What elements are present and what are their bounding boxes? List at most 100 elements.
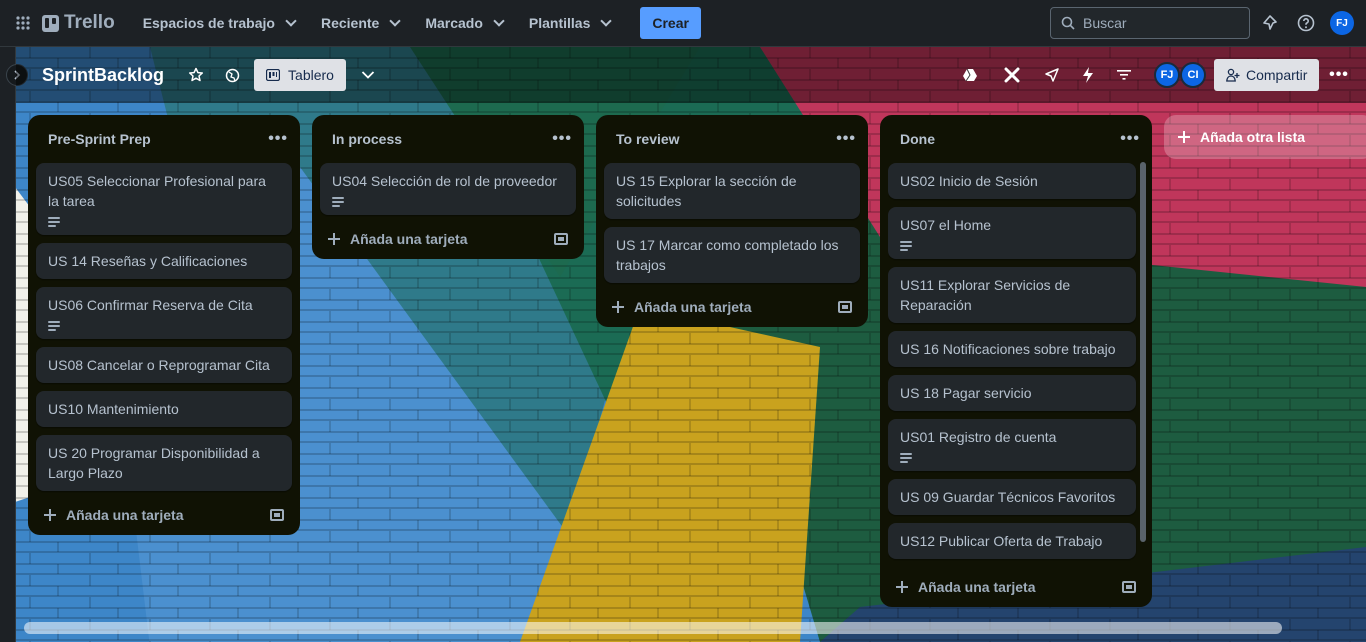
star-icon[interactable]	[184, 63, 208, 87]
card-title: US 18 Pagar servicio	[900, 385, 1032, 401]
card-title: US12 Publicar Oferta de Trabajo	[900, 533, 1103, 549]
card[interactable]: US 18 Pagar servicio	[888, 375, 1136, 411]
card[interactable]: US 09 Guardar Técnicos Favoritos	[888, 479, 1136, 515]
nav-templates[interactable]: Plantillas	[519, 7, 620, 39]
list-scrollbar[interactable]	[1140, 162, 1146, 542]
search-input[interactable]: Buscar	[1050, 7, 1250, 39]
card[interactable]: US 20 Programar Disponibilidad a Largo P…	[36, 435, 292, 491]
card-list: US04 Selección de rol de proveedor	[320, 163, 576, 215]
share-button[interactable]: Compartir	[1214, 59, 1320, 91]
board-title[interactable]: SprintBacklog	[42, 65, 164, 86]
nav-starred[interactable]: Marcado	[415, 7, 513, 39]
plus-icon	[896, 581, 908, 593]
add-card-button[interactable]: Añada una tarjeta	[320, 219, 576, 259]
member-avatar[interactable]: CI	[1180, 62, 1206, 88]
list-column: Pre-Sprint Prep ••• US05 Seleccionar Profe…	[28, 115, 300, 535]
help-icon[interactable]	[1295, 12, 1317, 34]
list-menu-icon[interactable]: •••	[1120, 130, 1140, 148]
notifications-icon[interactable]	[1259, 12, 1281, 34]
description-icon	[900, 453, 912, 463]
card[interactable]: US05 Seleccionar Profesional para la tar…	[36, 163, 292, 235]
list-column: To review ••• US 15 Explorar la sección de…	[596, 115, 868, 327]
nav-recent[interactable]: Reciente	[311, 7, 409, 39]
card-template-icon[interactable]	[1122, 581, 1136, 593]
list-title[interactable]: Done	[900, 131, 935, 147]
card-list: US02 Inicio de Sesión US07 el Home US11 Ex…	[888, 163, 1144, 563]
card[interactable]: US02 Inicio de Sesión	[888, 163, 1136, 199]
card[interactable]: US04 Selección de rol de proveedor	[320, 163, 576, 215]
card-title: US02 Inicio de Sesión	[900, 173, 1038, 189]
card[interactable]: US 16 Notificaciones sobre trabajo	[888, 331, 1136, 367]
card-title: US06 Confirmar Reserva de Cita	[48, 297, 253, 313]
lightning-icon[interactable]	[1076, 63, 1100, 87]
automation-icon[interactable]	[1000, 63, 1024, 87]
more-menu-icon[interactable]: •••	[1327, 63, 1351, 87]
list-menu-icon[interactable]: •••	[552, 130, 572, 148]
add-card-label: Añada una tarjeta	[66, 507, 184, 523]
trello-logo[interactable]: Trello	[42, 12, 115, 34]
search-placeholder: Buscar	[1083, 15, 1127, 31]
card-title: US 15 Explorar la sección de solicitudes	[616, 173, 797, 209]
card[interactable]: US08 Cancelar o Reprogramar Cita	[36, 347, 292, 383]
card[interactable]: US11 Explorar Servicios de Reparación	[888, 267, 1136, 323]
search-icon	[1061, 16, 1075, 30]
card[interactable]: US06 Confirmar Reserva de Cita	[36, 287, 292, 339]
list-menu-icon[interactable]: •••	[268, 130, 288, 148]
add-card-label: Añada una tarjeta	[918, 579, 1036, 595]
card[interactable]: US12 Publicar Oferta de Trabajo	[888, 523, 1136, 559]
card-title: US 17 Marcar como completado los trabajo…	[616, 237, 839, 273]
list-title[interactable]: Pre-Sprint Prep	[48, 131, 151, 147]
card[interactable]: US01 Registro de cuenta	[888, 419, 1136, 471]
board-view-icon	[266, 69, 281, 81]
app-switcher-icon[interactable]	[10, 10, 36, 36]
list-title[interactable]: In process	[332, 131, 402, 147]
list-menu-icon[interactable]: •••	[836, 130, 856, 148]
nav-label: Reciente	[320, 15, 380, 31]
description-icon	[900, 241, 912, 251]
description-icon	[332, 197, 344, 207]
add-person-icon	[1226, 68, 1240, 82]
rocket-icon[interactable]	[1040, 63, 1064, 87]
add-card-label: Añada una tarjeta	[634, 299, 752, 315]
nav-label: Espacios de trabajo	[142, 15, 275, 31]
member-avatar[interactable]: FJ	[1154, 62, 1180, 88]
nav-label: Marcado	[425, 15, 483, 31]
add-card-button[interactable]: Añada una tarjeta	[888, 567, 1144, 607]
view-switch-chevron-icon[interactable]	[356, 63, 380, 87]
list-title[interactable]: To review	[616, 131, 680, 147]
nav-workspaces[interactable]: Espacios de trabajo	[133, 7, 305, 39]
card-template-icon[interactable]	[554, 233, 568, 245]
card-title: US 09 Guardar Técnicos Favoritos	[900, 489, 1116, 505]
card-list: US 15 Explorar la sección de solicitudes…	[604, 163, 860, 283]
card[interactable]: US 17 Marcar como completado los trabajo…	[604, 227, 860, 283]
add-card-button[interactable]: Añada una tarjeta	[36, 495, 292, 535]
add-card-left: Añada una tarjeta	[896, 579, 1035, 595]
nav-label: Plantillas	[528, 15, 591, 31]
card-title: US05 Seleccionar Profesional para la tar…	[48, 173, 266, 209]
card[interactable]: US10 Mantenimiento	[36, 391, 292, 427]
add-card-left: Añada una tarjeta	[44, 507, 183, 523]
card[interactable]: US07 el Home	[888, 207, 1136, 259]
filter-icon[interactable]	[1112, 63, 1136, 87]
logo-text: Trello	[64, 12, 115, 33]
chevron-down-icon	[493, 15, 505, 27]
visibility-globe-icon[interactable]	[220, 63, 244, 87]
horizontal-scrollbar[interactable]	[24, 622, 1282, 634]
trello-logo-icon	[42, 14, 59, 32]
add-card-left: Añada una tarjeta	[328, 231, 467, 247]
card-template-icon[interactable]	[838, 301, 852, 313]
board-view-button[interactable]: Tablero	[254, 59, 346, 91]
card[interactable]: US 15 Explorar la sección de solicitudes	[604, 163, 860, 219]
chevron-down-icon	[389, 15, 401, 27]
card[interactable]: US 14 Reseñas y Calificaciones	[36, 243, 292, 279]
user-avatar[interactable]: FJ	[1330, 11, 1354, 35]
add-list-button[interactable]: Añada otra lista	[1164, 115, 1366, 159]
add-card-button[interactable]: Añada una tarjeta	[604, 287, 860, 327]
create-button[interactable]: Crear	[640, 7, 701, 39]
card-template-icon[interactable]	[270, 509, 284, 521]
card-title: US01 Registro de cuenta	[900, 429, 1057, 445]
card-title: US 14 Reseñas y Calificaciones	[48, 253, 248, 269]
plus-icon	[1178, 131, 1190, 143]
description-icon	[48, 321, 60, 331]
drive-powerup-icon[interactable]	[958, 63, 982, 87]
